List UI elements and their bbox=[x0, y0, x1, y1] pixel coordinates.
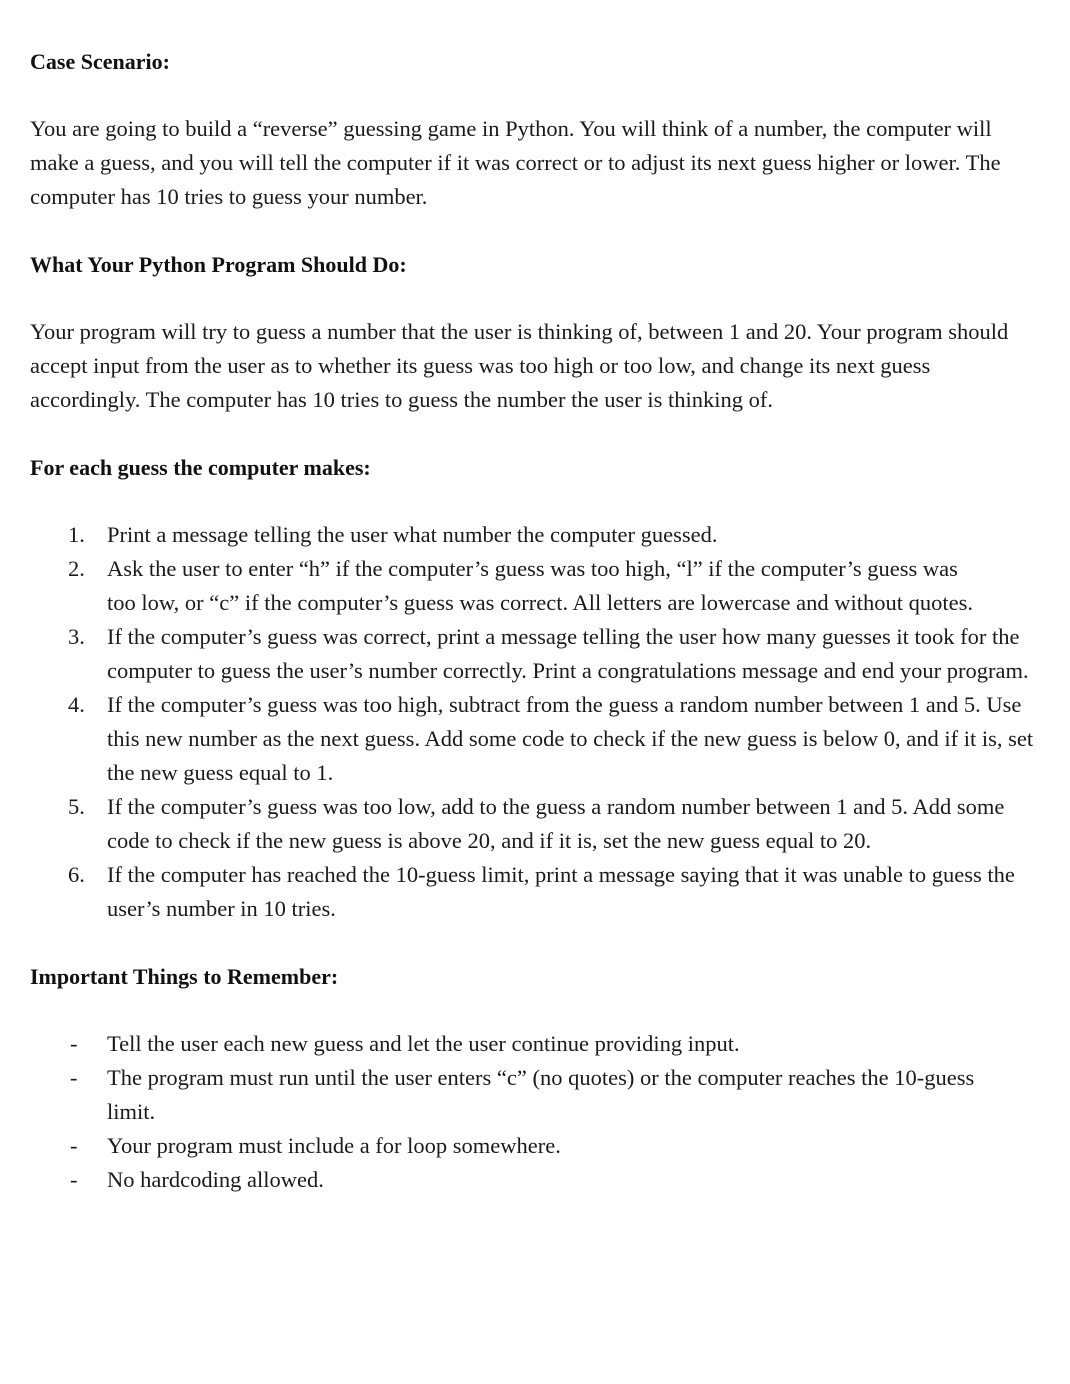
remember-text: Tell the user each new guess and let the… bbox=[107, 1031, 740, 1056]
dash-bullet: - bbox=[70, 1133, 78, 1158]
remember-heading: Important Things to Remember: bbox=[30, 964, 339, 989]
step-number: 1. bbox=[68, 522, 85, 547]
step-number: 3. bbox=[68, 624, 85, 649]
step-number: 5. bbox=[68, 794, 85, 819]
dash-bullet: - bbox=[70, 1065, 78, 1090]
step-number: 4. bbox=[68, 692, 85, 717]
each-guess-heading: For each guess the computer makes: bbox=[30, 455, 371, 480]
each-guess-steps-list: 1. Print a message telling the user what… bbox=[30, 518, 1040, 926]
dash-bullet: - bbox=[70, 1031, 78, 1056]
remember-item: - Tell the user each new guess and let t… bbox=[30, 1027, 1040, 1061]
dash-bullet: - bbox=[70, 1167, 78, 1192]
remember-text: Your program must include a for loop som… bbox=[107, 1133, 561, 1158]
step-text: Print a message telling the user what nu… bbox=[107, 522, 718, 547]
case-scenario-paragraph: You are going to build a “reverse” guess… bbox=[30, 116, 1001, 209]
step-text: If the computer’s guess was correct, pri… bbox=[107, 624, 1029, 683]
step-text: If the computer’s guess was too low, add… bbox=[107, 794, 1005, 853]
remember-item: - No hardcoding allowed. bbox=[30, 1163, 1040, 1197]
program-should-do-heading: What Your Python Program Should Do: bbox=[30, 252, 407, 277]
remember-item: - The program must run until the user en… bbox=[30, 1061, 1040, 1129]
step-item: 4. If the computer’s guess was too high,… bbox=[30, 688, 1040, 790]
step-text: Ask the user to enter “h” if the compute… bbox=[107, 556, 973, 615]
step-item: 2. Ask the user to enter “h” if the comp… bbox=[30, 552, 1040, 620]
program-should-do-paragraph: Your program will try to guess a number … bbox=[30, 319, 1009, 412]
step-item: 5. If the computer’s guess was too low, … bbox=[30, 790, 1040, 858]
step-number: 2. bbox=[68, 556, 85, 581]
remember-text: No hardcoding allowed. bbox=[107, 1167, 324, 1192]
step-number: 6. bbox=[68, 862, 85, 887]
remember-list: - Tell the user each new guess and let t… bbox=[30, 1027, 1040, 1197]
remember-item: - Your program must include a for loop s… bbox=[30, 1129, 1040, 1163]
step-item: 1. Print a message telling the user what… bbox=[30, 518, 1040, 552]
step-text: If the computer’s guess was too high, su… bbox=[107, 692, 1034, 785]
step-item: 3. If the computer’s guess was correct, … bbox=[30, 620, 1040, 688]
case-scenario-heading: Case Scenario: bbox=[30, 49, 170, 74]
step-text: If the computer has reached the 10-guess… bbox=[107, 862, 1015, 921]
remember-text: The program must run until the user ente… bbox=[107, 1065, 975, 1124]
document-page: Case Scenario: You are going to build a … bbox=[30, 45, 1040, 1197]
step-item: 6. If the computer has reached the 10-gu… bbox=[30, 858, 1040, 926]
